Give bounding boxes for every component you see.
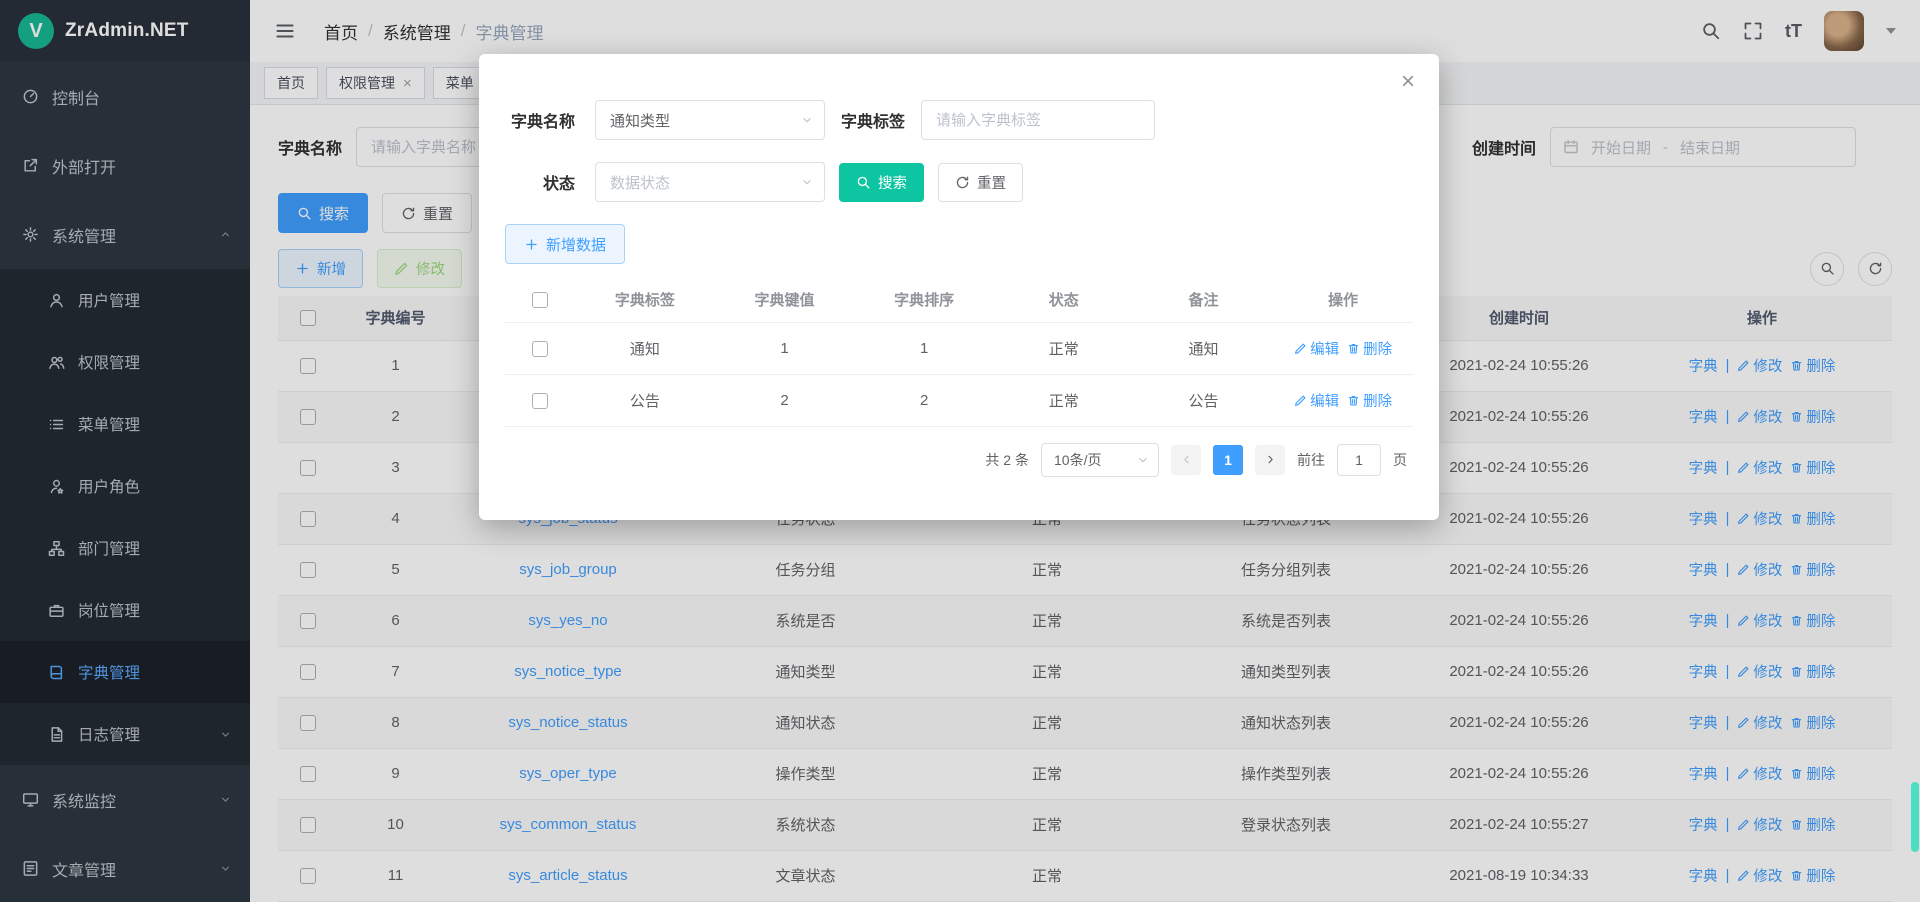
- arrow-right-icon: [1264, 453, 1277, 466]
- modal-search-button[interactable]: 搜索: [839, 163, 924, 202]
- col-dict-label: 字典标签: [575, 278, 715, 322]
- trash-icon: [1347, 342, 1360, 355]
- goto-page-input[interactable]: [1337, 444, 1381, 476]
- cell-remark: 通知: [1134, 322, 1274, 374]
- modal-reset-button[interactable]: 重置: [938, 163, 1023, 202]
- delete-action-link[interactable]: 删除: [1347, 338, 1392, 359]
- page-unit-label: 页: [1393, 450, 1407, 470]
- cell-dict-value: 2: [715, 374, 855, 426]
- pencil-icon: [1294, 342, 1307, 355]
- refresh-icon: [955, 175, 970, 190]
- add-data-button[interactable]: 新增数据: [505, 224, 625, 264]
- dict-data-table: 字典标签 字典键值 字典排序 状态 备注 操作 通知 1 1 正常 通知 编辑删…: [505, 278, 1413, 427]
- cell-dict-label: 通知: [575, 322, 715, 374]
- dict-name-label: 字典名称: [505, 108, 575, 132]
- prev-page-button[interactable]: [1171, 445, 1201, 475]
- dict-name-select[interactable]: 通知类型: [595, 100, 825, 140]
- next-page-button[interactable]: [1255, 445, 1285, 475]
- row-checkbox[interactable]: [532, 393, 548, 409]
- cell-dict-sort: 1: [854, 322, 994, 374]
- dict-label-label: 字典标签: [841, 108, 905, 132]
- delete-action-link[interactable]: 删除: [1347, 390, 1392, 411]
- cell-status: 正常: [994, 322, 1134, 374]
- cell-dict-value: 1: [715, 322, 855, 374]
- cell-status: 正常: [994, 374, 1134, 426]
- col-remark: 备注: [1134, 278, 1274, 322]
- pagination-total: 共 2 条: [985, 450, 1029, 470]
- page-number-button[interactable]: 1: [1213, 445, 1243, 475]
- select-all-checkbox[interactable]: [532, 292, 548, 308]
- status-label: 状态: [505, 170, 575, 194]
- pencil-icon: [1294, 394, 1307, 407]
- dict-data-dialog: × 字典名称 通知类型 字典标签 状态 数据状态 搜索 重置 新增数据: [479, 54, 1439, 520]
- plus-icon: [524, 237, 539, 252]
- modal-filter-row-2: 状态 数据状态 搜索 重置: [505, 162, 1413, 202]
- scrollbar-thumb[interactable]: [1911, 782, 1919, 852]
- cell-dict-label: 公告: [575, 374, 715, 426]
- search-icon: [856, 175, 871, 190]
- cell-remark: 公告: [1134, 374, 1274, 426]
- col-actions: 操作: [1273, 278, 1413, 322]
- goto-label: 前往: [1297, 450, 1325, 470]
- chevron-down-icon: [1136, 453, 1150, 467]
- table-row: 公告 2 2 正常 公告 编辑删除: [505, 374, 1413, 426]
- close-icon[interactable]: ×: [1401, 70, 1415, 94]
- page-size-select[interactable]: 10条/页: [1041, 443, 1159, 477]
- arrow-left-icon: [1180, 453, 1193, 466]
- edit-action-link[interactable]: 编辑: [1294, 338, 1339, 359]
- trash-icon: [1347, 394, 1360, 407]
- cell-dict-sort: 2: [854, 374, 994, 426]
- row-checkbox[interactable]: [532, 341, 548, 357]
- modal-filter-row-1: 字典名称 通知类型 字典标签: [505, 100, 1413, 140]
- table-header-row: 字典标签 字典键值 字典排序 状态 备注 操作: [505, 278, 1413, 322]
- status-select[interactable]: 数据状态: [595, 162, 825, 202]
- pagination: 共 2 条 10条/页 1 前往 页: [505, 443, 1413, 477]
- col-dict-value: 字典键值: [715, 278, 855, 322]
- table-row: 通知 1 1 正常 通知 编辑删除: [505, 322, 1413, 374]
- dict-label-input[interactable]: [921, 100, 1155, 140]
- chevron-down-icon: [800, 175, 814, 189]
- col-dict-sort: 字典排序: [854, 278, 994, 322]
- col-status: 状态: [994, 278, 1134, 322]
- edit-action-link[interactable]: 编辑: [1294, 390, 1339, 411]
- chevron-down-icon: [800, 113, 814, 127]
